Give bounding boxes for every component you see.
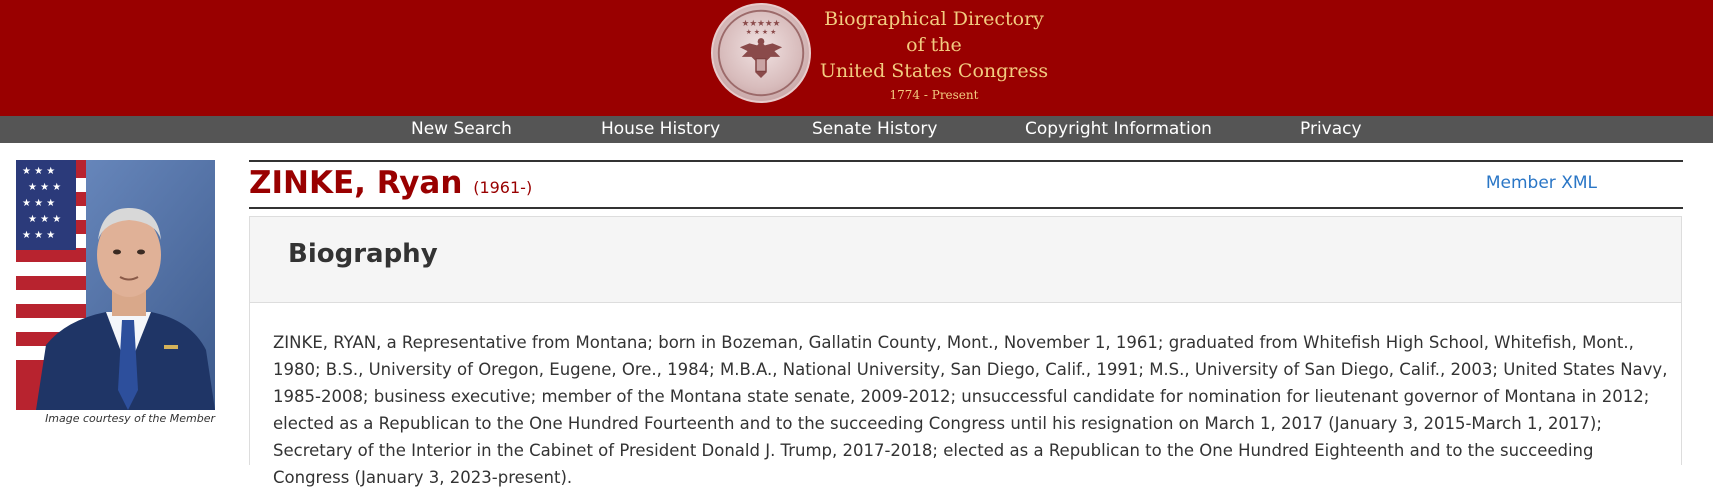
site-title-years: 1774 - Present xyxy=(889,88,979,102)
main-nav: New Search House History Senate History … xyxy=(0,116,1713,143)
site-title-line-2: of the xyxy=(906,34,962,56)
nav-privacy[interactable]: Privacy xyxy=(1300,116,1362,143)
member-name-text: ZINKE, Ryan xyxy=(249,165,463,201)
site-title[interactable]: Biographical Directory of the United Sta… xyxy=(812,6,1056,104)
member-dates: (1961-) xyxy=(473,178,533,197)
svg-text:★ ★ ★: ★ ★ ★ xyxy=(28,214,61,225)
nav-new-search[interactable]: New Search xyxy=(411,116,512,143)
member-photo: ★ ★ ★ ★ ★ ★ ★ ★ ★ ★ ★ ★ ★ ★ ★ xyxy=(16,160,215,410)
svg-text:★ ★ ★ ★: ★ ★ ★ ★ xyxy=(746,28,777,36)
site-title-line-1: Biographical Directory xyxy=(824,8,1044,30)
member-name: ZINKE, Ryan (1961-) xyxy=(249,165,532,201)
photo-caption: Image courtesy of the Member xyxy=(45,412,215,425)
site-header: ★★★★★ ★ ★ ★ ★ Biographical Directory of … xyxy=(0,0,1713,116)
nav-copyright-information[interactable]: Copyright Information xyxy=(1025,116,1212,143)
nav-senate-history[interactable]: Senate History xyxy=(812,116,937,143)
congress-seal-icon[interactable]: ★★★★★ ★ ★ ★ ★ xyxy=(711,3,811,103)
svg-text:★ ★ ★: ★ ★ ★ xyxy=(22,166,55,177)
member-xml-link[interactable]: Member XML xyxy=(1486,173,1597,193)
site-title-line-3: United States Congress xyxy=(819,60,1049,82)
member-name-bar: ZINKE, Ryan (1961-) Member XML xyxy=(249,160,1683,209)
nav-house-history[interactable]: House History xyxy=(601,116,720,143)
svg-text:★ ★ ★: ★ ★ ★ xyxy=(28,182,61,193)
biography-panel: Biography ZINKE, RYAN, a Representative … xyxy=(249,216,1682,487)
svg-text:★ ★ ★: ★ ★ ★ xyxy=(22,198,55,209)
biography-panel-header xyxy=(250,217,1681,303)
biography-heading: Biography xyxy=(288,239,438,269)
biography-text: ZINKE, RYAN, a Representative from Monta… xyxy=(273,333,1668,487)
svg-text:★ ★ ★: ★ ★ ★ xyxy=(22,230,55,241)
